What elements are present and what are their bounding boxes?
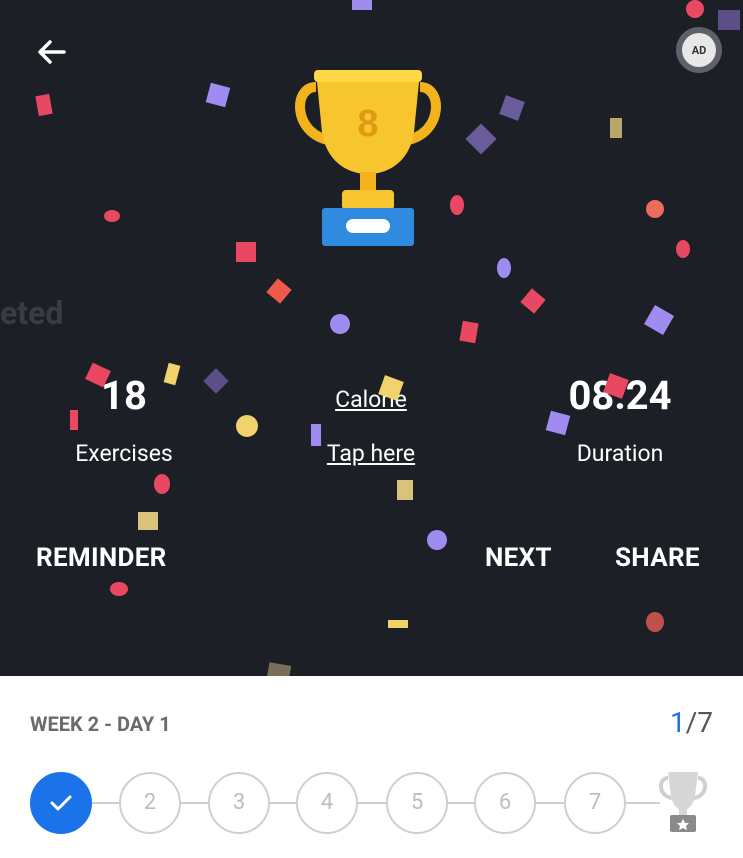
ad-button[interactable]: AD [676, 27, 722, 73]
exercises-label: Exercises [75, 440, 173, 467]
day-7[interactable]: 7 [564, 772, 626, 834]
day-4[interactable]: 4 [296, 772, 358, 834]
ad-icon: AD [682, 33, 716, 67]
trophy-icon: 8 [295, 70, 441, 246]
trophy-number: 8 [357, 103, 378, 145]
day-3[interactable]: 3 [208, 772, 270, 834]
reminder-button[interactable]: REMINDER [36, 543, 167, 573]
completed-ghost-text: eted [0, 294, 64, 332]
progress-current: 1 [669, 706, 686, 739]
day-6[interactable]: 6 [474, 772, 536, 834]
calorie-label[interactable]: Calorie [291, 386, 451, 413]
day-1-done[interactable] [30, 772, 92, 834]
week-day-label: WEEK 2 - DAY 1 [30, 712, 171, 736]
back-button[interactable] [30, 30, 74, 74]
check-icon [50, 795, 72, 811]
progress-total: /7 [685, 706, 713, 739]
goal-trophy-icon [659, 772, 707, 832]
day-stepper: 2 3 4 5 6 7 [30, 772, 720, 834]
next-button[interactable]: NEXT [485, 543, 552, 573]
progress-counter: 1/7 [670, 706, 713, 739]
day-5[interactable]: 5 [386, 772, 448, 834]
workout-complete-panel: AD 8 eted 18 Exercises Calorie Tap here … [0, 0, 743, 676]
arrow-left-icon [38, 40, 66, 64]
plan-progress-card: WEEK 2 - DAY 1 1/7 2 3 4 5 6 7 [0, 676, 743, 858]
day-2[interactable]: 2 [119, 772, 181, 834]
duration-label: Duration [576, 440, 664, 467]
share-button[interactable]: SHARE [615, 543, 700, 573]
